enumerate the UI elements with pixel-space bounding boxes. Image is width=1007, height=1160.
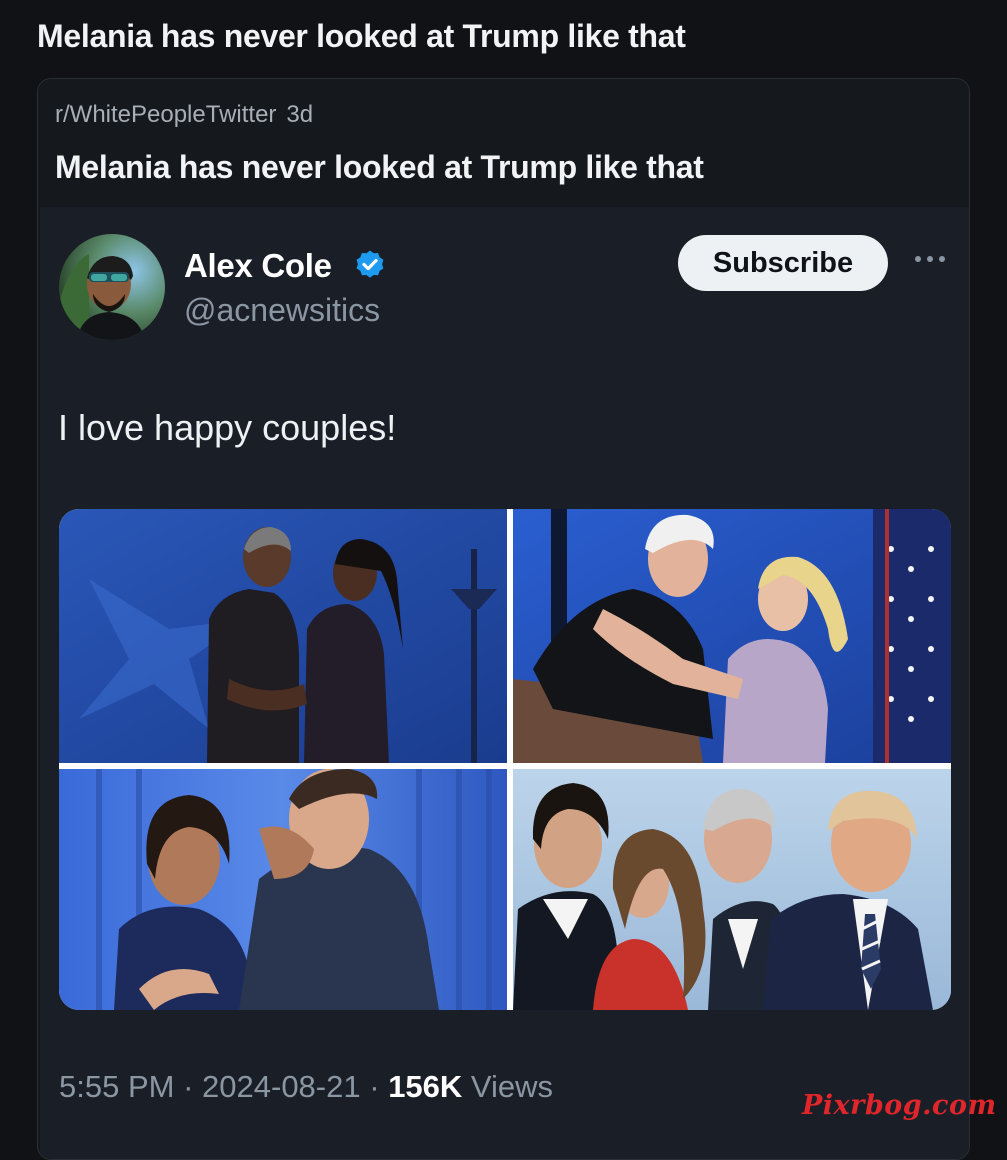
tweet-date[interactable]: 2024-08-21 <box>202 1069 361 1104</box>
photo-couple-1[interactable] <box>59 509 507 763</box>
crosspost-header: r/WhitePeopleTwitter 3d Melania has never… <box>38 79 969 207</box>
photo-couple-2[interactable] <box>513 509 951 763</box>
author-name[interactable]: Alex Cole <box>184 247 332 285</box>
subscribe-button[interactable]: Subscribe <box>678 235 888 291</box>
crosspost-card[interactable]: r/WhitePeopleTwitter 3d Melania has never… <box>37 78 970 1160</box>
tweet-time[interactable]: 5:55 PM <box>59 1069 174 1104</box>
crosspost-title[interactable]: Melania has never looked at Trump like t… <box>55 149 704 186</box>
watermark: Pixrbog.com <box>802 1090 997 1121</box>
separator: · <box>369 1069 380 1104</box>
more-options-icon[interactable] <box>910 249 950 269</box>
subreddit-link[interactable]: r/WhitePeopleTwitter <box>55 101 276 128</box>
verified-badge-icon <box>356 250 384 278</box>
media-grid[interactable] <box>59 509 951 1010</box>
tweet-text: I love happy couples! <box>58 407 397 448</box>
author-handle[interactable]: @acnewsitics <box>184 292 380 329</box>
post-title[interactable]: Melania has never looked at Trump like t… <box>37 18 686 55</box>
post-age: 3d <box>286 101 314 128</box>
avatar[interactable] <box>59 234 165 340</box>
subreddit-line: r/WhitePeopleTwitter 3d <box>55 101 313 129</box>
photo-couple-3[interactable] <box>59 769 507 1010</box>
photo-group-4[interactable] <box>513 769 951 1010</box>
views-count: 156K <box>388 1069 463 1104</box>
embedded-tweet[interactable]: Alex Cole @acnewsitics Subscribe I love … <box>40 207 969 1159</box>
separator: · <box>183 1069 194 1104</box>
tweet-metadata: 5:55 PM · 2024-08-21 · 156K Views <box>59 1069 553 1105</box>
views-label: Views <box>470 1069 554 1104</box>
